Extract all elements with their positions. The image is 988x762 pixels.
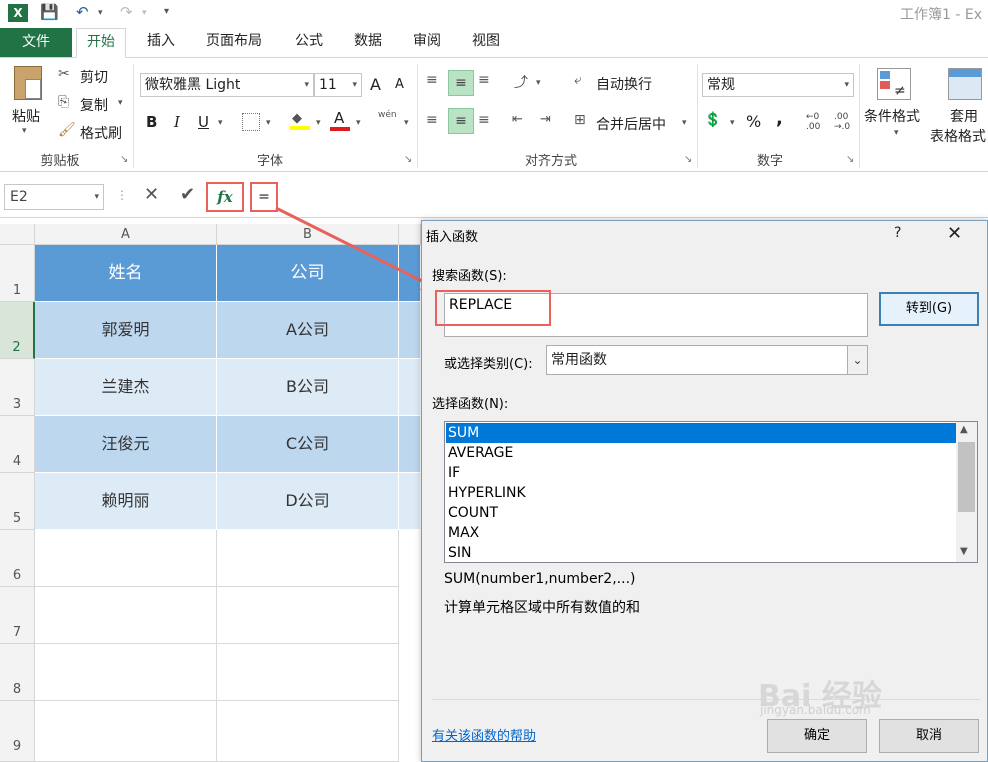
category-select[interactable]: 常用函数 ⌄ bbox=[546, 345, 868, 375]
search-label: 搜索函数(S): bbox=[432, 269, 507, 284]
scroll-up-icon[interactable]: ▲ bbox=[960, 424, 968, 435]
divider bbox=[432, 699, 980, 700]
list-item[interactable]: SUM bbox=[446, 423, 956, 443]
list-item[interactable]: AVERAGE bbox=[446, 443, 956, 463]
list-item[interactable]: SIN bbox=[446, 543, 956, 563]
category-label: 或选择类别(C): bbox=[444, 357, 533, 372]
list-item[interactable]: COUNT bbox=[446, 503, 956, 523]
scroll-down-icon[interactable]: ▼ bbox=[960, 546, 968, 557]
search-input[interactable]: REPLACE bbox=[435, 290, 868, 337]
ok-button[interactable]: 确定 bbox=[767, 719, 867, 753]
function-description: 计算单元格区域中所有数值的和 bbox=[444, 600, 640, 616]
function-list-scrollbar[interactable]: ▲ ▼ bbox=[956, 422, 977, 562]
search-value: REPLACE bbox=[449, 297, 513, 313]
select-function-label: 选择函数(N): bbox=[432, 397, 509, 412]
list-item[interactable]: HYPERLINK bbox=[446, 483, 956, 503]
function-list[interactable]: SUM AVERAGE IF HYPERLINK COUNT MAX SIN ▲… bbox=[444, 421, 978, 563]
category-value: 常用函数 bbox=[551, 352, 607, 368]
go-button[interactable]: 转到(G) bbox=[879, 292, 979, 326]
list-item[interactable]: IF bbox=[446, 463, 956, 483]
function-help-link[interactable]: 有关该函数的帮助 bbox=[432, 725, 536, 744]
dialog-help-button[interactable]: ? bbox=[894, 225, 901, 241]
dialog-title: 插入函数 bbox=[426, 230, 479, 245]
close-icon[interactable]: ✕ bbox=[947, 223, 962, 244]
watermark-url: jingyan.baidu.com bbox=[760, 703, 871, 717]
function-syntax: SUM(number1,number2,...) bbox=[444, 571, 636, 587]
scroll-thumb[interactable] bbox=[958, 442, 975, 512]
insert-function-dialog: 插入函数 ? ✕ 搜索函数(S): REPLACE 转到(G) 或选择类别(C)… bbox=[421, 220, 988, 762]
cancel-button[interactable]: 取消 bbox=[879, 719, 979, 753]
chevron-down-icon[interactable]: ⌄ bbox=[847, 346, 867, 374]
list-item[interactable]: MAX bbox=[446, 523, 956, 543]
